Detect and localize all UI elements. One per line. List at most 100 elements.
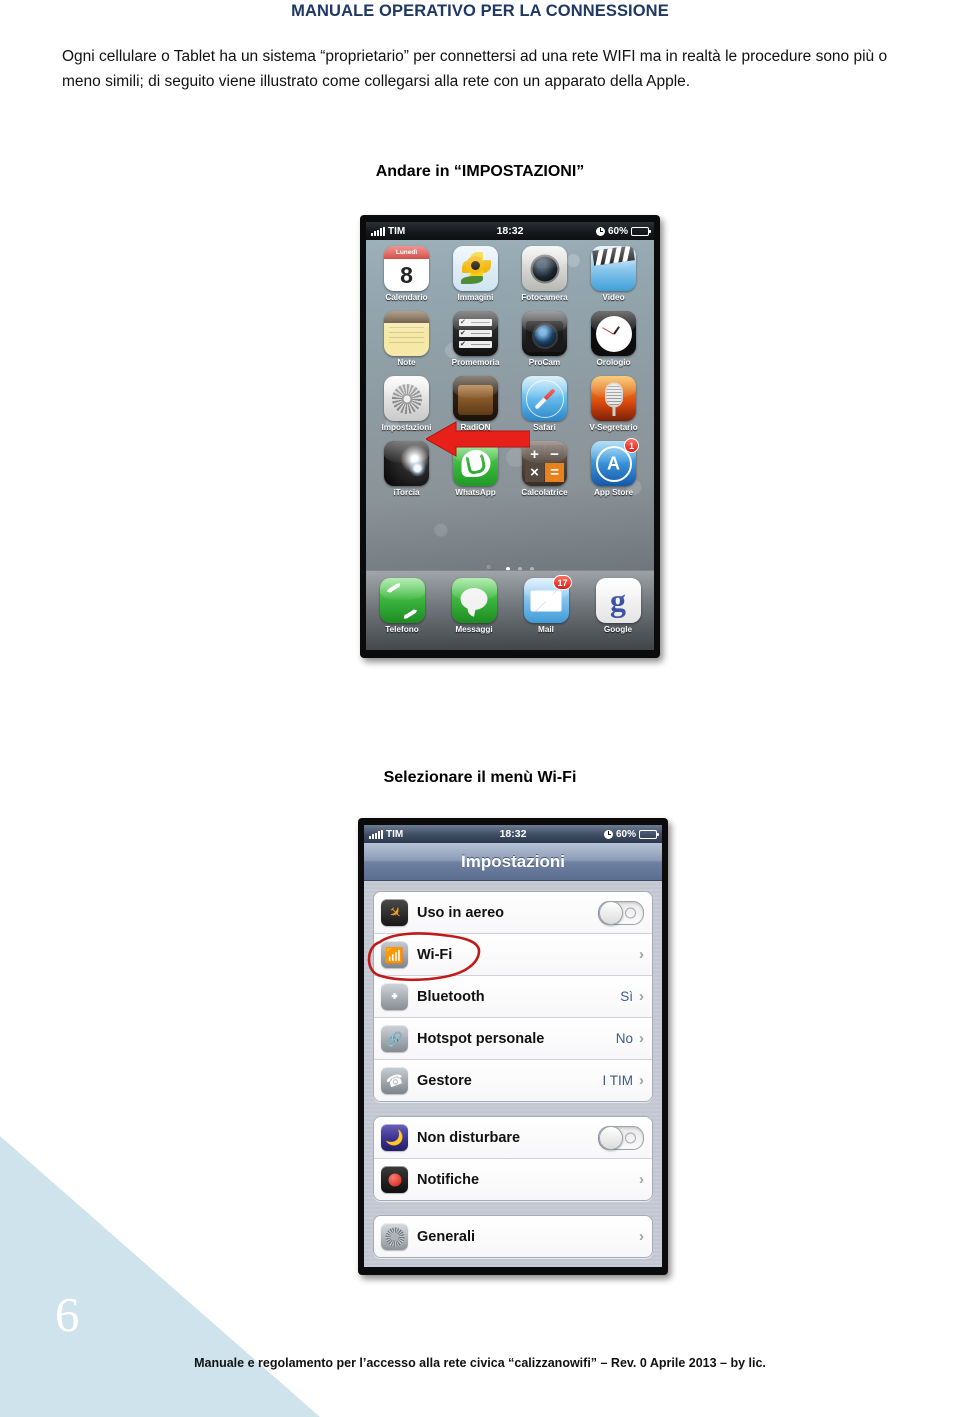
mail-envelope-icon: 17 [523, 575, 572, 623]
app-orologio[interactable]: Orologio [579, 311, 648, 367]
app-label: Immagini [457, 293, 494, 302]
wifi-icon: 📶 [381, 941, 408, 968]
app-label: Calcolatrice [521, 488, 568, 497]
settings-row-notifications[interactable]: Notifiche › [374, 1159, 652, 1200]
radion-icon [453, 376, 498, 421]
app-label: App Store [593, 488, 634, 497]
row-label: Gestore [417, 1072, 472, 1089]
app-safari[interactable]: Safari [510, 376, 579, 432]
app-calcolatrice[interactable]: + − × = Calcolatrice [510, 441, 579, 497]
app-calendario[interactable]: Lunedì 8 Calendario [372, 246, 441, 302]
settings-row-hotspot[interactable]: 🔗 Hotspot personale No › [374, 1018, 652, 1060]
app-label: Video [602, 293, 625, 302]
app-label: WhatsApp [455, 488, 496, 497]
chevron-right-icon: › [639, 1072, 644, 1089]
app-label: iTorcia [393, 488, 420, 497]
battery-percent-label: 60% [608, 225, 629, 237]
clock-icon [591, 311, 636, 356]
app-label: Telefono [385, 625, 419, 634]
app-label: Fotocamera [521, 293, 568, 302]
row-value: Sì [620, 989, 633, 1004]
footer-text: Manuale e regolamento per l’accesso alla… [194, 1356, 766, 1370]
row-value: No [615, 1031, 633, 1046]
app-procam[interactable]: ProCam [510, 311, 579, 367]
settings-row-bluetooth[interactable]: ᛭ Bluetooth Sì › [374, 976, 652, 1018]
dock-app-telefono[interactable]: Telefono [379, 578, 425, 634]
app-app-store[interactable]: A 1 App Store [579, 438, 648, 497]
alarm-clock-icon [596, 226, 605, 236]
app-video[interactable]: Video [579, 246, 648, 302]
badge-count: 1 [624, 438, 639, 453]
do-not-disturb-toggle[interactable] [598, 1125, 644, 1150]
alarm-clock-icon [604, 829, 613, 839]
app-itorcia[interactable]: iTorcia [372, 441, 441, 497]
settings-row-wifi[interactable]: 📶 Wi-Fi › [374, 934, 652, 976]
video-icon [591, 246, 636, 291]
app-label: V-Segretario [589, 423, 638, 432]
app-label: Messaggi [455, 625, 493, 634]
dock-app-google[interactable]: g Google [595, 578, 641, 634]
settings-group-notifications: 🌙 Non disturbare Notifiche › [373, 1116, 653, 1201]
airplane-icon: ✈ [381, 899, 408, 926]
general-gear-icon [381, 1223, 408, 1250]
app-label: RadiON [460, 423, 491, 432]
settings-navbar-title: Impostazioni [364, 843, 662, 881]
calendar-day: 8 [400, 261, 413, 288]
home-status-bar: TIM 18:32 60% [366, 222, 654, 240]
dock-app-messaggi[interactable]: Messaggi [451, 578, 497, 634]
app-immagini[interactable]: Immagini [441, 246, 510, 302]
calendar-weekday: Lunedì [384, 246, 429, 259]
app-promemoria[interactable]: Promemoria [441, 311, 510, 367]
battery-percent-label: 60% [616, 828, 637, 840]
badge-count: 17 [553, 575, 572, 590]
iphone-home-screenshot: TIM 18:32 60% Lunedì 8 Calendario Immagi… [360, 215, 660, 658]
row-label: Generali [417, 1228, 476, 1245]
settings-status-bar: TIM 18:32 60% [364, 825, 662, 843]
calendar-icon: Lunedì 8 [384, 246, 429, 291]
step-caption-wifi: Selezionare il menù Wi-Fi [383, 769, 577, 786]
notes-icon [384, 311, 429, 356]
settings-row-general[interactable]: Generali › [374, 1216, 652, 1257]
settings-row-carrier[interactable]: ☎ Gestore I TIM › [374, 1060, 652, 1101]
safari-compass-icon [522, 376, 567, 421]
reminders-icon [453, 311, 498, 356]
row-value: I TIM [602, 1073, 633, 1088]
app-radion[interactable]: RadiON [441, 376, 510, 432]
settings-group-connectivity: ✈ Uso in aereo 📶 Wi-Fi › ᛭ Bluetooth Sì … [373, 891, 653, 1102]
settings-list: ✈ Uso in aereo 📶 Wi-Fi › ᛭ Bluetooth Sì … [364, 881, 662, 1267]
google-g-icon: g [595, 578, 641, 623]
app-label: Promemoria [451, 358, 500, 367]
chevron-right-icon: › [639, 1030, 644, 1047]
carrier-icon: ☎ [381, 1067, 408, 1094]
settings-group-general: Generali › [373, 1215, 653, 1258]
chevron-right-icon: › [639, 946, 644, 963]
notifications-icon [381, 1166, 408, 1193]
settings-screen: TIM 18:32 60% Impostazioni ✈ Uso in aere… [364, 825, 662, 1267]
airplane-mode-toggle[interactable] [598, 900, 644, 925]
intro-paragraph: Ogni cellulare o Tablet ha un sistema “p… [62, 48, 888, 90]
row-label: Hotspot personale [417, 1030, 545, 1047]
flashlight-icon [384, 441, 429, 486]
settings-row-do-not-disturb[interactable]: 🌙 Non disturbare [374, 1117, 652, 1159]
app-grid: Lunedì 8 Calendario Immagini Fotocamera … [366, 244, 654, 497]
status-time: 18:32 [496, 225, 524, 237]
whatsapp-icon [453, 441, 498, 486]
battery-icon [631, 226, 652, 236]
app-v-segretario[interactable]: V-Segretario [579, 376, 648, 432]
chevron-right-icon: › [639, 1171, 644, 1188]
app-impostazioni[interactable]: Impostazioni [372, 376, 441, 432]
dock-app-mail[interactable]: 17 Mail [523, 575, 572, 634]
signal-bars-icon [371, 226, 385, 236]
bluetooth-icon: ᛭ [381, 983, 408, 1010]
settings-row-airplane-mode[interactable]: ✈ Uso in aereo [374, 892, 652, 934]
iphone-settings-screenshot: TIM 18:32 60% Impostazioni ✈ Uso in aere… [358, 818, 668, 1275]
app-whatsapp[interactable]: WhatsApp [441, 441, 510, 497]
hotspot-icon: 🔗 [381, 1025, 408, 1052]
app-note[interactable]: Note [372, 311, 441, 367]
app-fotocamera[interactable]: Fotocamera [510, 246, 579, 302]
app-label: Note [397, 358, 416, 367]
battery-icon [639, 829, 660, 839]
row-label: Bluetooth [417, 988, 485, 1005]
row-label: Uso in aereo [417, 904, 505, 921]
message-bubble-icon [451, 578, 497, 623]
